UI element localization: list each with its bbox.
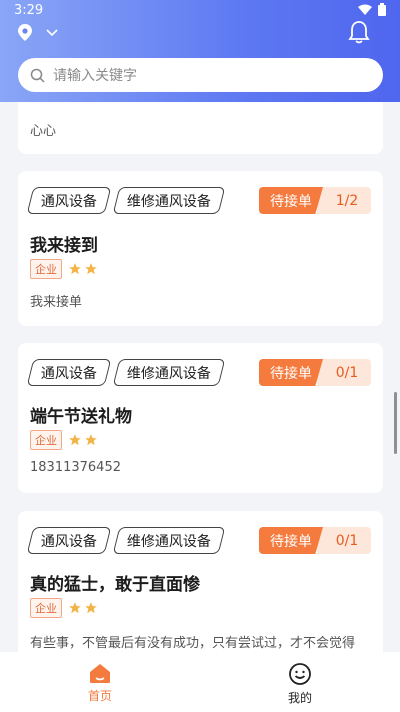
search-input[interactable]: 请输入关键字 [18, 58, 383, 92]
app-header: 3:29 请输入关键字 [0, 0, 400, 102]
category-tag: 通风设备 [26, 527, 112, 554]
search-placeholder: 请输入关键字 [53, 68, 137, 84]
status-label: 待接单 [259, 527, 323, 554]
nav-home-label: 首页 [87, 689, 112, 703]
star-icon [69, 263, 81, 275]
order-count: 0/1 [317, 527, 371, 554]
card-description: 心心 [30, 124, 57, 139]
category-tag: 通风设备 [26, 187, 112, 214]
home-icon [90, 664, 110, 683]
star-icon [69, 602, 81, 614]
search-icon [30, 68, 45, 83]
wifi-icon [358, 4, 372, 15]
notification-button[interactable] [348, 20, 370, 48]
bottom-nav: 首页 我的 [0, 652, 400, 712]
status-badge: 待接单 1/2 [259, 187, 371, 214]
location-icon [18, 24, 32, 41]
star-icon [69, 434, 81, 446]
enterprise-badge: 企业 [30, 598, 62, 618]
enterprise-badge: 企业 [30, 430, 62, 450]
star-icon [85, 434, 97, 446]
location-selector[interactable] [18, 24, 58, 41]
bell-icon [348, 21, 370, 44]
card-title: 我来接到 [30, 236, 98, 256]
star-icon [85, 263, 97, 275]
card-description: 18311376452 [30, 460, 121, 475]
card-description: 我来接单 [30, 295, 83, 310]
status-label: 待接单 [259, 359, 323, 386]
nav-mine[interactable]: 我的 [200, 652, 400, 712]
order-card[interactable]: 通风设备 维修通风设备 待接单 0/1 端午节送礼物 企业 1831137645… [18, 343, 383, 493]
order-count: 0/1 [317, 359, 371, 386]
status-label: 待接单 [259, 187, 323, 214]
star-icon [85, 602, 97, 614]
order-card[interactable]: 通风设备 维修通风设备 待接单 1/2 我来接到 企业 我来接单 [18, 171, 383, 326]
status-badge: 待接单 0/1 [259, 359, 371, 386]
scrollbar[interactable] [394, 392, 397, 454]
nav-home[interactable]: 首页 [0, 652, 200, 712]
category-tag: 通风设备 [26, 359, 112, 386]
card-description: 有些事，不管最后有没有成功，只有尝试过，才不会觉得 [30, 636, 356, 651]
subcategory-tag: 维修通风设备 [112, 527, 226, 554]
status-time: 3:29 [14, 3, 44, 18]
subcategory-tag: 维修通风设备 [112, 187, 226, 214]
order-count: 1/2 [317, 187, 371, 214]
rating-stars [68, 262, 98, 276]
card-title: 真的猛士，敢于直面惨 [30, 575, 200, 595]
battery-icon [378, 3, 386, 16]
smile-icon [289, 663, 311, 685]
enterprise-badge: 企业 [30, 259, 62, 279]
card-title: 端午节送礼物 [30, 407, 132, 427]
nav-mine-label: 我的 [287, 691, 312, 705]
rating-stars [68, 601, 98, 615]
status-icons [358, 3, 386, 16]
chevron-down-icon [46, 28, 58, 36]
subcategory-tag: 维修通风设备 [112, 359, 226, 386]
rating-stars [68, 433, 98, 447]
status-badge: 待接单 0/1 [259, 527, 371, 554]
